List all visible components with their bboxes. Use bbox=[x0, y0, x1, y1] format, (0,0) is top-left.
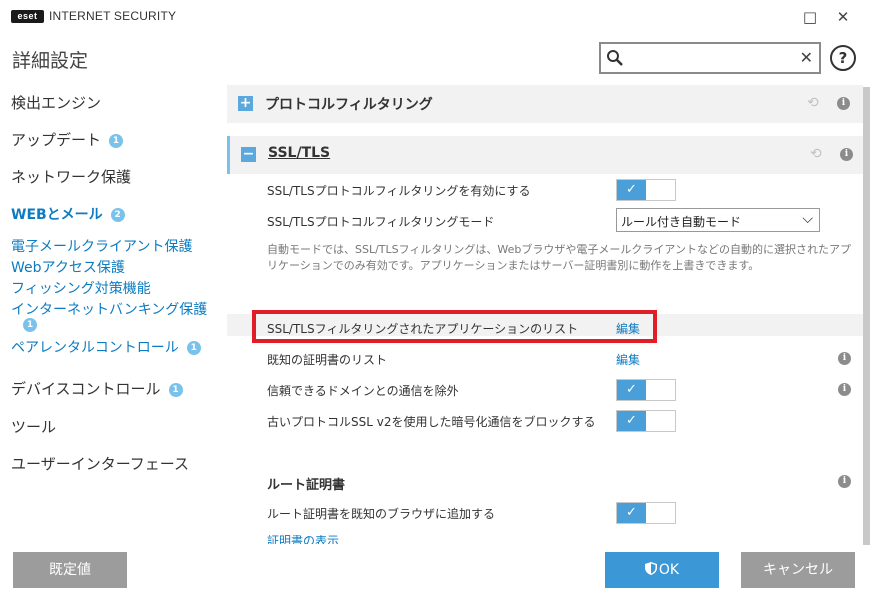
sidebar-item-web-and-email[interactable]: WEBとメール 2 bbox=[11, 204, 125, 224]
notification-badge: 1 bbox=[109, 134, 124, 148]
sidebar-item-label: ペアレンタルコントロール bbox=[11, 340, 179, 356]
shield-icon bbox=[644, 562, 657, 575]
check-icon: ✓ bbox=[617, 411, 646, 431]
sidebar-item-label: ユーザーインターフェース bbox=[11, 455, 190, 473]
sidebar-item-label: 検出エンジン bbox=[11, 94, 102, 112]
ok-button[interactable]: OK bbox=[605, 552, 719, 588]
collapse-icon[interactable]: − bbox=[241, 147, 256, 162]
app-title: INTERNET SECURITY bbox=[49, 9, 177, 23]
sidebar-item-network-protection[interactable]: ネットワーク保護 bbox=[11, 166, 131, 187]
info-icon[interactable]: i bbox=[838, 383, 851, 396]
ssl-filtering-mode-select[interactable]: ルール付き自動モード ⌵ bbox=[616, 208, 820, 232]
known-cert-list-label: 既知の証明書のリスト bbox=[267, 353, 388, 367]
block-sslv2-label: 古いプロトコルSSL v2を使用した暗号化通信をブロックする bbox=[267, 415, 596, 429]
revert-icon[interactable]: ⟲ bbox=[810, 146, 822, 162]
sidebar-item-label: ネットワーク保護 bbox=[11, 168, 132, 186]
sidebar-item-label: デバイスコントロール bbox=[11, 380, 161, 398]
section-ssl-tls[interactable]: − SSL/TLS ⟲ i bbox=[227, 136, 863, 174]
close-window-button[interactable]: ✕ bbox=[833, 7, 853, 27]
enable-ssl-filtering-label: SSL/TLSプロトコルフィルタリングを有効にする bbox=[267, 184, 531, 198]
notification-badge: 1 bbox=[168, 383, 183, 397]
scrollbar[interactable] bbox=[863, 87, 870, 545]
info-icon[interactable]: i bbox=[838, 475, 851, 488]
help-button[interactable]: ? bbox=[830, 45, 856, 71]
root-cert-heading: ルート証明書 bbox=[267, 478, 346, 493]
sidebar-subitem-anti-phishing[interactable]: フィッシング対策機能 bbox=[11, 278, 151, 298]
section-title: SSL/TLS bbox=[268, 145, 331, 161]
check-icon: ✓ bbox=[617, 180, 646, 200]
sidebar-item-tools[interactable]: ツール bbox=[11, 416, 56, 437]
sidebar-item-label: ツール bbox=[11, 418, 57, 436]
sidebar-item-label: WEBとメール bbox=[11, 207, 103, 223]
revert-icon[interactable]: ⟲ bbox=[807, 95, 819, 111]
sidebar-item-label: アップデート bbox=[11, 131, 102, 149]
expand-icon[interactable]: + bbox=[238, 96, 253, 111]
cancel-button[interactable]: キャンセル bbox=[741, 552, 855, 588]
mode-description: 自動モードでは、SSL/TLSフィルタリングは、Webブラウザや電子メールクライ… bbox=[267, 243, 851, 272]
sidebar-item-device-control[interactable]: デバイスコントロール 1 bbox=[11, 378, 183, 399]
sidebar-subitem-web-access-protection[interactable]: Webアクセス保護 bbox=[11, 257, 125, 277]
section-protocol-filtering[interactable]: + プロトコルフィルタリング ⟲ i bbox=[227, 85, 863, 123]
search-icon bbox=[607, 50, 623, 66]
info-icon[interactable]: i bbox=[840, 148, 853, 161]
clear-search-icon[interactable]: ✕ bbox=[800, 48, 813, 67]
ok-label: OK bbox=[658, 562, 680, 578]
edit-cert-list-link[interactable]: 編集 bbox=[616, 351, 640, 368]
eset-logo: eset bbox=[11, 10, 44, 23]
ssl-filtering-mode-label: SSL/TLSプロトコルフィルタリングモード bbox=[267, 215, 495, 229]
minimize-button[interactable]: □ bbox=[800, 7, 820, 27]
info-icon[interactable]: i bbox=[837, 97, 850, 110]
add-root-cert-label: ルート証明書を既知のブラウザに追加する bbox=[267, 507, 496, 521]
sidebar-subitem-email-client-protection[interactable]: 電子メールクライアント保護 bbox=[11, 236, 192, 256]
section-title: プロトコルフィルタリング bbox=[265, 97, 433, 113]
sidebar-item-update[interactable]: アップデート 1 bbox=[11, 129, 124, 150]
sidebar-item-user-interface[interactable]: ユーザーインターフェース bbox=[11, 453, 189, 474]
exclude-trusted-domains-toggle[interactable]: ✓ bbox=[616, 379, 676, 401]
default-button[interactable]: 既定値 bbox=[13, 552, 127, 588]
add-root-cert-toggle[interactable]: ✓ bbox=[616, 502, 676, 524]
block-sslv2-toggle[interactable]: ✓ bbox=[616, 410, 676, 432]
notification-badge: 2 bbox=[110, 208, 125, 222]
chevron-down-icon: ⌵ bbox=[802, 211, 813, 227]
info-icon[interactable]: i bbox=[838, 352, 851, 365]
sidebar-item-detection-engine[interactable]: 検出エンジン bbox=[11, 92, 101, 113]
check-icon: ✓ bbox=[617, 380, 646, 400]
search-input[interactable]: ✕ bbox=[599, 42, 821, 74]
exclude-trusted-domains-label: 信頼できるドメインとの通信を除外 bbox=[267, 384, 459, 398]
scrollbar-thumb[interactable] bbox=[863, 87, 870, 545]
show-cert-link-clip: 証明書の表示 bbox=[267, 535, 567, 544]
highlight-box bbox=[252, 310, 657, 343]
page-title: 詳細設定 bbox=[12, 50, 89, 72]
notification-badge: 1 bbox=[23, 318, 37, 332]
show-cert-link[interactable]: 証明書の表示 bbox=[267, 535, 567, 544]
title-bar: eset INTERNET SECURITY □ ✕ bbox=[0, 0, 874, 34]
select-value: ルール付き自動モード bbox=[621, 215, 742, 229]
sidebar-subitem-parental-control[interactable]: ペアレンタルコントロール 1 bbox=[11, 337, 201, 357]
check-icon: ✓ bbox=[617, 503, 646, 523]
enable-ssl-filtering-toggle[interactable]: ✓ bbox=[616, 179, 676, 201]
sidebar-subitem-banking-protection[interactable]: インターネットバンキング保護 bbox=[11, 299, 207, 319]
notification-badge: 1 bbox=[186, 341, 201, 355]
